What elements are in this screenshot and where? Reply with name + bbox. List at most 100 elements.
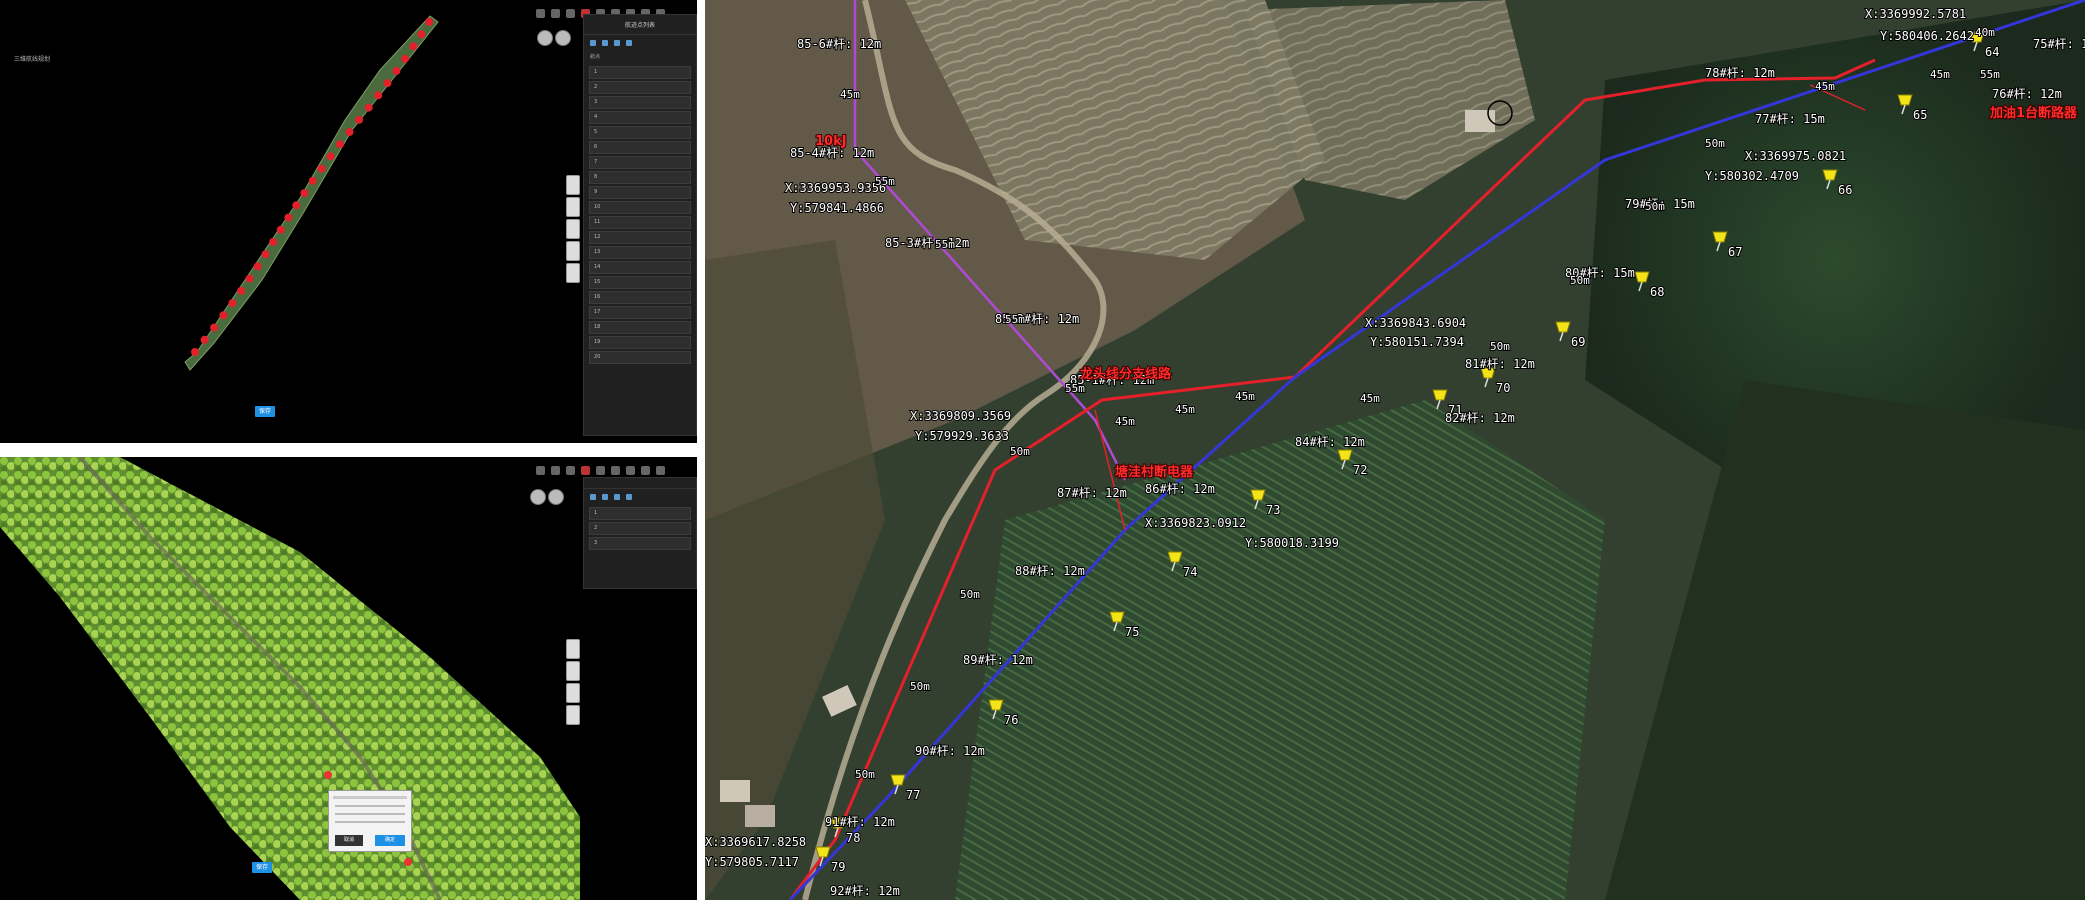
waypoint-dot[interactable]: [292, 201, 301, 210]
eye-icon[interactable]: [590, 494, 596, 500]
waypoint-row[interactable]: 15: [589, 276, 691, 289]
waypoint-marker-b[interactable]: [404, 858, 412, 866]
popup-ok-button[interactable]: 确定: [375, 835, 405, 846]
waypoint-dot[interactable]: [392, 66, 401, 75]
waypoint-row[interactable]: 3: [589, 96, 691, 109]
tool-button-4[interactable]: [566, 705, 580, 725]
gear-icon[interactable]: [641, 465, 650, 475]
view-reset-button[interactable]: [555, 30, 571, 46]
waypoint-dot[interactable]: [401, 54, 410, 63]
sidebar-tools[interactable]: [584, 35, 696, 51]
pushpin-icon[interactable]: [890, 774, 906, 786]
waypoint-dot[interactable]: [326, 152, 335, 161]
waypoint-dot[interactable]: [237, 286, 246, 295]
waypoint-dot[interactable]: [210, 323, 219, 332]
grid-icon[interactable]: [614, 40, 620, 46]
waypoint-dot[interactable]: [200, 335, 209, 344]
waypoint-row[interactable]: 2: [589, 81, 691, 94]
pushpin-icon[interactable]: [815, 846, 831, 858]
waypoint-dot[interactable]: [300, 189, 309, 198]
waypoint-row[interactable]: 5: [589, 126, 691, 139]
waypoint-row[interactable]: 19: [589, 336, 691, 349]
pushpin-icon[interactable]: [1109, 611, 1125, 623]
toolbar-icon-6[interactable]: [611, 465, 620, 475]
dot-icon[interactable]: [626, 494, 632, 500]
pushpin-icon[interactable]: [1555, 321, 1571, 333]
satellite-map[interactable]: 64656667686970717273747576777879 85-6#杆:…: [705, 0, 2085, 900]
toolbar-icon-2[interactable]: [551, 465, 560, 475]
waypoint-dot[interactable]: [245, 274, 254, 283]
toolbar-icon-4[interactable]: [581, 465, 590, 475]
waypoint-row[interactable]: 20: [589, 351, 691, 364]
tool-button-2[interactable]: [566, 197, 580, 217]
tool-button-1[interactable]: [566, 639, 580, 659]
waypoint-dot[interactable]: [355, 115, 364, 124]
dot-icon[interactable]: [626, 40, 632, 46]
waypoint-row[interactable]: 7: [589, 156, 691, 169]
save-button[interactable]: 保存: [255, 406, 275, 417]
waypoint-dot[interactable]: [261, 250, 270, 259]
tool-button-1[interactable]: [566, 175, 580, 195]
waypoint-row[interactable]: 8: [589, 171, 691, 184]
waypoint-row[interactable]: 17: [589, 306, 691, 319]
toolbar-icon-3[interactable]: [566, 8, 575, 18]
waypoint-marker-a[interactable]: [324, 771, 332, 779]
waypoint-dot[interactable]: [219, 311, 228, 320]
waypoint-dot[interactable]: [276, 225, 285, 234]
pushpin-icon[interactable]: [1712, 231, 1728, 243]
user-icon[interactable]: [656, 465, 665, 475]
waypoint-dot[interactable]: [336, 140, 344, 149]
waypoint-dot[interactable]: [308, 176, 317, 185]
waypoint-dot[interactable]: [383, 79, 392, 88]
waypoint-row[interactable]: 18: [589, 321, 691, 334]
sidebar-tools[interactable]: [584, 489, 696, 505]
bottom-toolbar[interactable]: [536, 463, 665, 477]
waypoint-row[interactable]: 2: [589, 522, 691, 535]
tool-button-3[interactable]: [566, 219, 580, 239]
pushpin-icon[interactable]: [1432, 389, 1448, 401]
waypoint-row[interactable]: 12: [589, 231, 691, 244]
popup-cancel-button[interactable]: 取消: [335, 835, 363, 846]
pushpin-icon[interactable]: [988, 699, 1004, 711]
tool-button-5[interactable]: [566, 263, 580, 283]
toolbar-icon-5[interactable]: [596, 465, 605, 475]
eye-icon[interactable]: [590, 40, 596, 46]
edit-icon[interactable]: [602, 494, 608, 500]
waypoint-dot[interactable]: [269, 238, 278, 246]
toolbar-icon-2[interactable]: [551, 8, 560, 18]
pushpin-icon[interactable]: [1897, 94, 1913, 106]
waypoint-dot[interactable]: [191, 348, 199, 356]
tool-button-4[interactable]: [566, 241, 580, 261]
waypoint-dot[interactable]: [417, 30, 426, 39]
waypoint-row[interactable]: 1: [589, 507, 691, 520]
waypoint-dot[interactable]: [409, 42, 418, 51]
waypoint-dot[interactable]: [364, 103, 373, 112]
waypoint-row[interactable]: 4: [589, 111, 691, 124]
tool-button-3[interactable]: [566, 683, 580, 703]
pushpin-icon[interactable]: [1167, 551, 1183, 563]
toolbar-icon-3[interactable]: [566, 465, 575, 475]
waypoint-row[interactable]: 16: [589, 291, 691, 304]
waypoint-row[interactable]: 14: [589, 261, 691, 274]
waypoint-row[interactable]: 11: [589, 216, 691, 229]
compass-button[interactable]: [537, 30, 553, 46]
waypoint-row[interactable]: 10: [589, 201, 691, 214]
waypoint-row[interactable]: 6: [589, 141, 691, 154]
toolbar-icon-7[interactable]: [626, 465, 635, 475]
waypoint-row[interactable]: 9: [589, 186, 691, 199]
pushpin-icon[interactable]: [1822, 169, 1838, 181]
compass-button[interactable]: [530, 489, 546, 505]
waypoint-row[interactable]: 3: [589, 537, 691, 550]
pushpin-icon[interactable]: [1250, 489, 1266, 501]
pushpin-icon[interactable]: [1634, 271, 1650, 283]
toolbar-icon-1[interactable]: [536, 465, 545, 475]
waypoint-dot[interactable]: [317, 164, 326, 173]
waypoint-dot[interactable]: [345, 128, 354, 136]
waypoint-row[interactable]: 1: [589, 66, 691, 79]
save-button[interactable]: 保存: [252, 862, 272, 873]
waypoint-dot[interactable]: [228, 299, 237, 308]
pushpin-icon[interactable]: [1337, 449, 1353, 461]
view-reset-button[interactable]: [548, 489, 564, 505]
waypoint-dot[interactable]: [253, 262, 262, 271]
waypoint-dot[interactable]: [374, 91, 383, 100]
